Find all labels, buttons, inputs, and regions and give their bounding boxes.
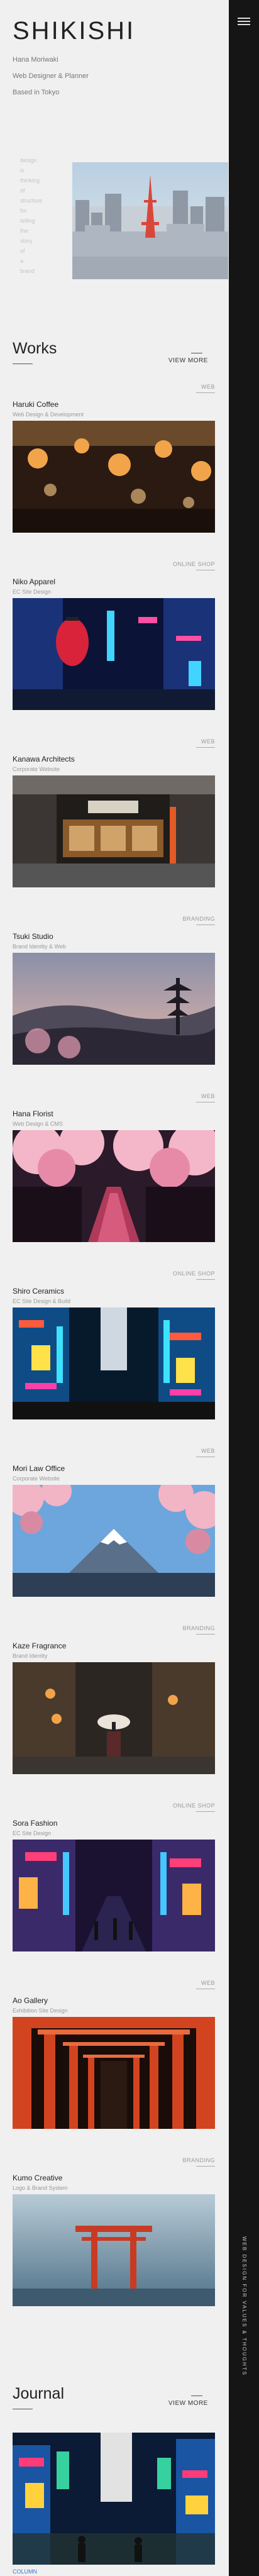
journal-thumbnail[interactable] [13,2433,215,2565]
work-tag-line [196,2166,215,2167]
work-tag-line [196,1811,215,1812]
work-subtitle: Corporate Website [13,766,60,772]
hero-tagline-line: for [20,208,27,214]
work-thumbnail[interactable] [13,598,215,710]
work-subtitle: Brand Identity & Web [13,943,66,950]
work-thumbnail[interactable] [13,1307,215,1419]
work-title[interactable]: Ao Gallery [13,1996,48,2005]
work-category-tag: BRANDING [182,2157,215,2163]
work-tag-line [196,747,215,748]
hero-tagline-line: telling [20,218,35,224]
work-category-tag: BRANDING [182,916,215,922]
work-title[interactable]: Kaze Fragrance [13,1641,66,1650]
work-thumbnail[interactable] [13,953,215,1065]
hero-tagline-line: of [20,187,25,194]
journal-title: Journal [13,2385,64,2402]
hero-tagline-line: a [20,258,24,264]
work-category-tag: ONLINE SHOP [172,561,215,567]
hero-tagline-line: of [20,248,25,254]
hero-tagline-line: story [20,238,33,244]
work-category-tag: WEB [201,1980,215,1986]
work-subtitle: Web Design & Development [13,411,84,418]
work-subtitle: Brand Identity [13,1653,48,1659]
work-title[interactable]: Mori Law Office [13,1464,65,1473]
work-title[interactable]: Kanawa Architects [13,755,75,763]
journal-tag: COLUMN [13,2568,38,2575]
journal-view-more-link[interactable]: VIEW MORE [168,2400,208,2407]
work-category-tag: WEB [201,1448,215,1454]
work-category-tag: ONLINE SHOP [172,1802,215,1809]
work-thumbnail[interactable] [13,2194,215,2306]
hero-image [72,162,228,279]
work-subtitle: EC Site Design & Build [13,1298,71,1304]
hamburger-bar [238,24,250,25]
hero-tagline-line: brand [20,268,35,274]
work-subtitle: EC Site Design [13,1830,52,1836]
work-category-tag: BRANDING [182,1625,215,1631]
works-view-more-link[interactable]: VIEW MORE [168,357,208,364]
work-subtitle: Exhibition Site Design [13,2007,68,2014]
work-title[interactable]: Kumo Creative [13,2174,62,2182]
work-thumbnail[interactable] [13,1662,215,1774]
work-category-tag: WEB [201,738,215,745]
work-tag-line [196,924,215,925]
hero-tagline-line: structure [20,197,43,204]
work-title[interactable]: Niko Apparel [13,577,55,586]
work-subtitle: Corporate Website [13,1475,60,1482]
work-category-tag: ONLINE SHOP [172,1270,215,1277]
author-location: Based in Tokyo [13,89,60,96]
work-tag-line [196,1279,215,1280]
side-rail [229,0,259,2576]
work-subtitle: EC Site Design [13,589,52,595]
works-title: Works [13,340,57,357]
work-thumbnail[interactable] [13,1485,215,1597]
work-tag-line [196,392,215,393]
hero-tagline-line: is [20,167,25,174]
work-thumbnail[interactable] [13,2017,215,2129]
hamburger-bar [238,18,250,19]
hamburger-bar [238,21,250,22]
work-category-tag: WEB [201,384,215,390]
side-vertical-text: WEB DESIGN FOR VALUES & THOUGHTS [241,2236,247,2376]
work-title[interactable]: Sora Fashion [13,1819,57,1828]
work-subtitle: Logo & Brand System [13,2185,68,2191]
work-title[interactable]: Haruki Coffee [13,400,58,409]
work-subtitle: Web Design & CMS [13,1121,63,1127]
work-thumbnail[interactable] [13,1130,215,1242]
work-thumbnail[interactable] [13,775,215,887]
hero-tagline-line: design [20,157,37,164]
work-thumbnail[interactable] [13,1840,215,1951]
work-tag-line [196,1634,215,1635]
work-title[interactable]: Shiro Ceramics [13,1287,64,1296]
work-category-tag: WEB [201,1093,215,1099]
hero-tagline-line: thinking [20,177,40,184]
work-title[interactable]: Hana Florist [13,1109,53,1118]
work-thumbnail[interactable] [13,421,215,533]
hero-tagline-line: the [20,228,28,234]
work-title[interactable]: Tsuki Studio [13,932,53,941]
author-name: Hana Moriwaki [13,56,58,64]
author-role: Web Designer & Planner [13,72,89,80]
site-title[interactable]: SHIKISHI [13,17,135,45]
